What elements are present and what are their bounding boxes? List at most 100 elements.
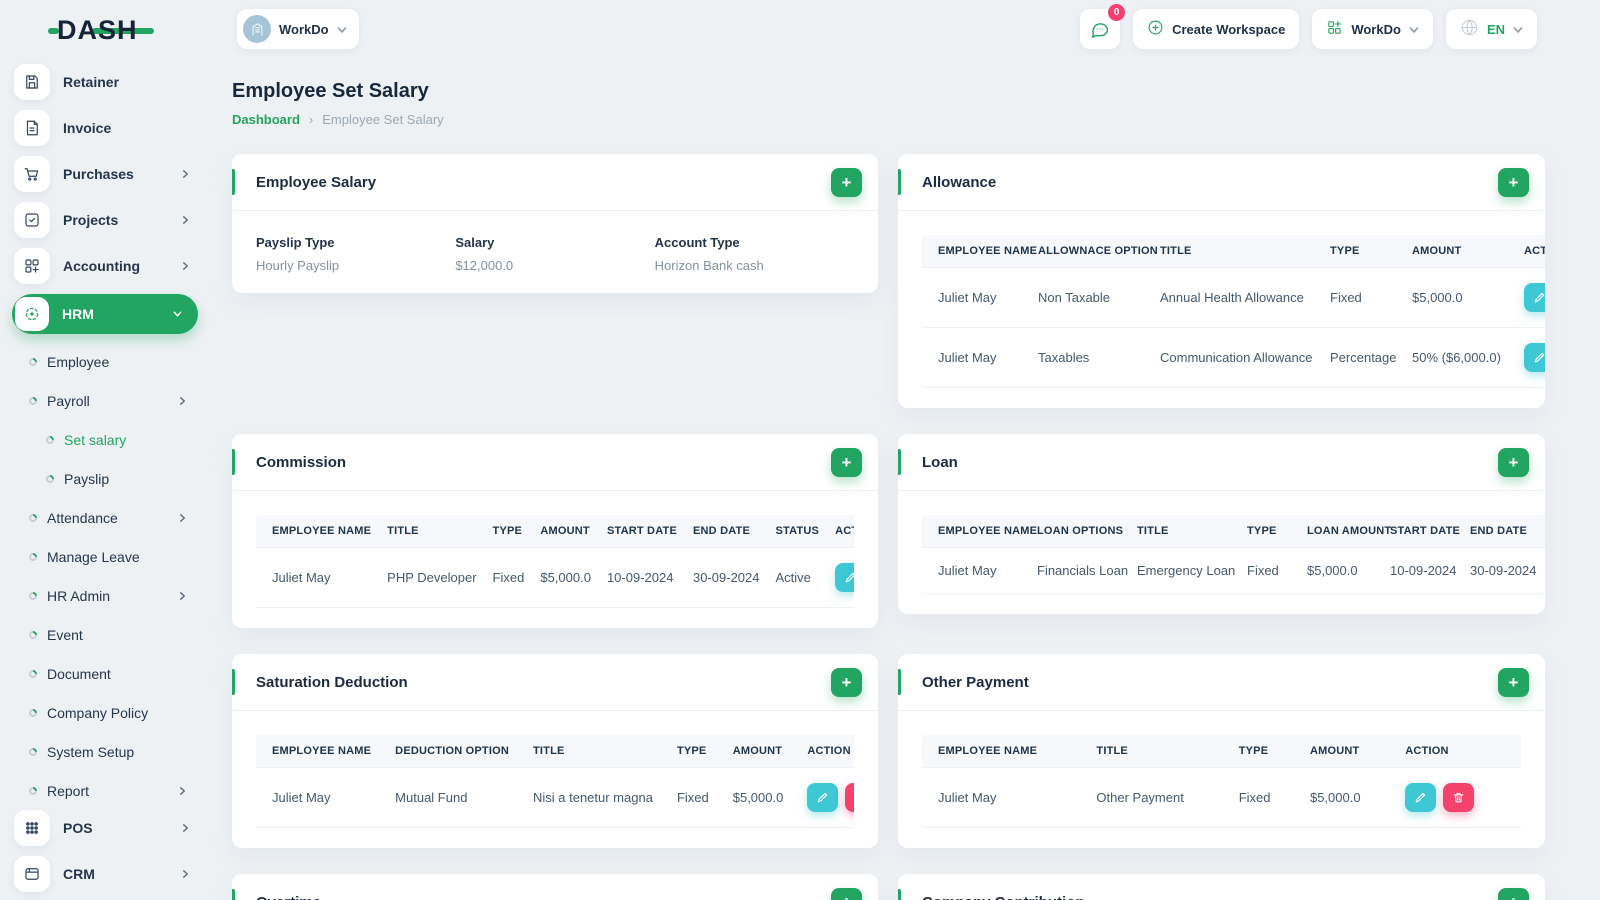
bullet-icon xyxy=(27,589,39,602)
bullet-icon xyxy=(44,472,56,485)
add-button[interactable]: + xyxy=(831,888,862,900)
sidebar-item-hrm[interactable]: HRM xyxy=(12,294,198,334)
salary-fields: Payslip Type Hourly Payslip Salary $12,000.… xyxy=(256,235,854,273)
workspace-avatar xyxy=(243,15,271,43)
globe-icon xyxy=(1460,18,1479,40)
edit-button[interactable] xyxy=(835,563,854,592)
add-button[interactable]: + xyxy=(1498,668,1529,697)
workdo-menu-label: WorkDo xyxy=(1351,21,1401,37)
edit-button[interactable] xyxy=(1405,783,1437,812)
delete-button[interactable] xyxy=(1443,783,1475,812)
bullet-icon xyxy=(27,511,39,524)
sidebar-item-label: Manage Leave xyxy=(47,548,140,565)
table-cell: 10-09-2024 xyxy=(1378,547,1458,594)
add-button[interactable]: + xyxy=(831,668,862,697)
add-button[interactable]: + xyxy=(1498,168,1529,197)
table-wrap: EMPLOYEE NAME ALLOWNACE OPTION TITLE TYPE AM… xyxy=(922,235,1545,388)
edit-button[interactable] xyxy=(807,783,839,812)
edit-button[interactable] xyxy=(1524,343,1545,372)
sidebar-item-pos[interactable]: POS xyxy=(14,810,212,846)
sidebar-item-purchases[interactable]: Purchases xyxy=(14,156,212,192)
sidebar-item-report[interactable]: Report xyxy=(14,771,212,810)
sidebar-item-crm[interactable]: CRM xyxy=(14,856,212,892)
chevron-right-icon xyxy=(178,786,187,796)
chat-icon xyxy=(1092,23,1109,39)
pos-icon xyxy=(14,810,50,846)
hrm-icon xyxy=(15,297,49,331)
table-wrap: EMPLOYEE NAME TITLE TYPE AMOUNT ACTION Juliet… xyxy=(922,735,1521,828)
sidebar-item-system-setup[interactable]: System Setup xyxy=(14,732,212,771)
edit-button[interactable] xyxy=(1524,283,1545,312)
table-cell: Juliet May xyxy=(256,767,384,828)
column-header: ACTION xyxy=(1393,735,1521,768)
card-body: Payslip Type Hourly Payslip Salary $12,000.… xyxy=(232,211,878,293)
sidebar-item-payslip[interactable]: Payslip xyxy=(14,459,212,498)
sidebar-item-payroll[interactable]: Payroll xyxy=(14,381,212,420)
action-cell xyxy=(1393,767,1521,828)
table-row: Juliet May Non Taxable Annual Health Allow… xyxy=(922,267,1545,328)
action-cell xyxy=(1512,267,1545,328)
chevron-down-icon xyxy=(173,309,182,319)
column-header: TYPE xyxy=(1235,515,1295,548)
workspace-selector[interactable]: WorkDo xyxy=(237,9,359,49)
sidebar-item-company-policy[interactable]: Company Policy xyxy=(14,693,212,732)
card-header: Allowance + xyxy=(898,154,1545,211)
language-button[interactable]: EN xyxy=(1445,9,1537,49)
table-header-row: EMPLOYEE NAME TITLE TYPE AMOUNT START DATE EN… xyxy=(256,515,854,548)
table-cell: $5,000.0 xyxy=(1400,267,1512,328)
bullet-icon xyxy=(44,433,56,446)
add-button[interactable]: + xyxy=(831,448,862,477)
sidebar-item-hr-admin[interactable]: HR Admin xyxy=(14,576,212,615)
table-cell: Fixed xyxy=(1226,767,1298,828)
sidebar-item-manage-leave[interactable]: Manage Leave xyxy=(14,537,212,576)
sidebar-item-retainer[interactable]: Retainer xyxy=(14,64,212,100)
sidebar-item-event[interactable]: Event xyxy=(14,615,212,654)
action-cell xyxy=(1512,327,1545,388)
create-workspace-button[interactable]: Create Workspace xyxy=(1133,9,1300,49)
breadcrumb-separator: › xyxy=(308,112,314,127)
messages-button[interactable]: 0 xyxy=(1080,4,1126,49)
bullet-icon xyxy=(27,667,39,680)
bullet-icon xyxy=(27,355,39,368)
bullet-icon xyxy=(27,628,39,641)
breadcrumb-dashboard-link[interactable]: Dashboard xyxy=(232,112,300,127)
table-header-row: EMPLOYEE NAME TITLE TYPE AMOUNT ACTION xyxy=(922,735,1521,768)
sidebar-item-accounting[interactable]: Accounting xyxy=(14,248,212,284)
add-button[interactable]: + xyxy=(831,168,862,197)
delete-button[interactable] xyxy=(845,783,854,812)
card-header: Company Contribution + xyxy=(898,874,1545,900)
chevron-right-icon xyxy=(181,169,190,179)
sidebar-item-label: CRM xyxy=(63,866,95,882)
sidebar-item-projects[interactable]: Projects xyxy=(14,202,212,238)
sidebar-item-document[interactable]: Document xyxy=(14,654,212,693)
sidebar-menu: Retainer Invoice Purchases Projects Accounti… xyxy=(0,58,212,900)
card-commission: Commission + EMPLOYEE NAME TITLE TYPE AMOUNT S… xyxy=(232,434,878,628)
column-header: START DATE xyxy=(1378,515,1460,548)
table-cell: Communication Allowance xyxy=(1148,327,1318,388)
add-button[interactable]: + xyxy=(1498,448,1529,477)
card-header: Overtime + xyxy=(232,874,878,900)
table-wrap: EMPLOYEE NAME LOAN OPTIONS TITLE TYPE LOAN A… xyxy=(922,515,1545,594)
card-other-payment: Other Payment + EMPLOYEE NAME TITLE TYPE AMOU… xyxy=(898,654,1545,848)
field-label: Payslip Type xyxy=(256,235,335,250)
card-title: Commission xyxy=(256,454,347,471)
table-cell: Juliet May xyxy=(922,267,1026,328)
dash-logo[interactable]: DASH xyxy=(48,15,154,46)
add-button[interactable]: + xyxy=(1498,888,1529,900)
action-cell xyxy=(827,547,854,608)
table-cell: Juliet May xyxy=(922,327,1026,388)
sidebar-item-attendance[interactable]: Attendance xyxy=(14,498,212,537)
chevron-down-icon xyxy=(1409,22,1419,37)
table-cell: Fixed xyxy=(1235,547,1295,594)
table-cell: Financials Loan xyxy=(1025,547,1128,594)
edit-icon xyxy=(845,572,854,583)
workdo-menu-button[interactable]: WorkDo xyxy=(1312,9,1433,49)
main-content: Employee Set Salary Dashboard › Employee… xyxy=(232,58,1545,900)
topbar-actions: 0 Create Workspace WorkDo EN xyxy=(1080,4,1537,49)
card-body: EMPLOYEE NAME TITLE TYPE AMOUNT START DATE EN… xyxy=(232,491,878,628)
column-header: ACTION xyxy=(795,735,854,768)
sidebar-item-label: Document xyxy=(47,665,111,682)
sidebar-item-employee[interactable]: Employee xyxy=(14,342,212,381)
sidebar-item-invoice[interactable]: Invoice xyxy=(14,110,212,146)
sidebar-item-set-salary[interactable]: Set salary xyxy=(14,420,212,459)
